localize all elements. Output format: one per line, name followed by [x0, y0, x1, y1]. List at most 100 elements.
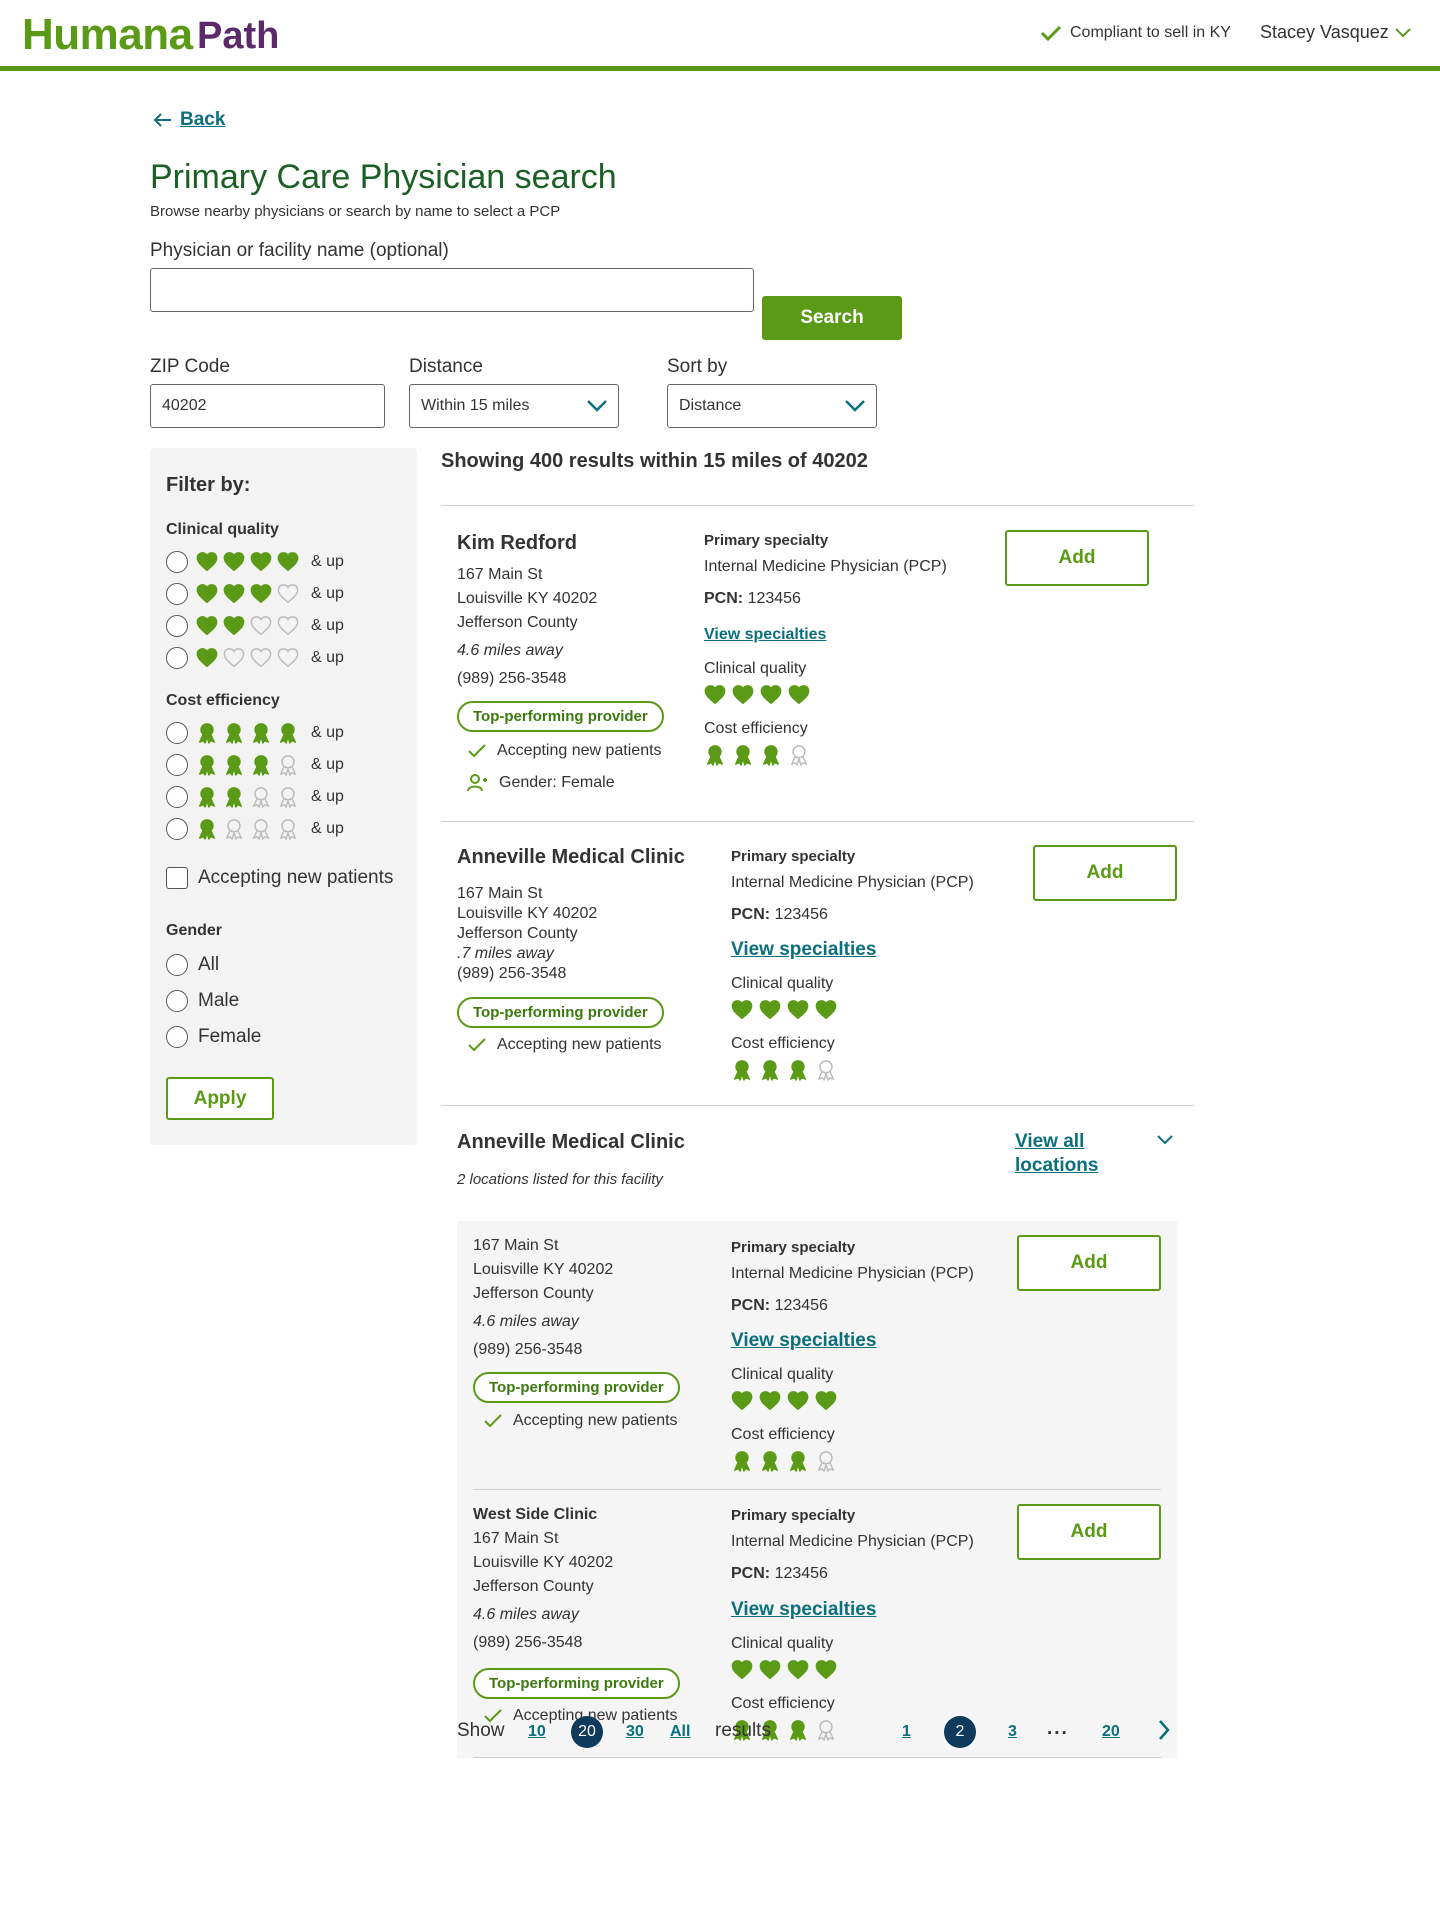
distance-select[interactable]: Within 15 miles [409, 384, 619, 428]
ribbon-rating [196, 722, 299, 744]
and-up-label: & up [311, 788, 344, 805]
and-up-label: & up [311, 617, 344, 634]
pcn-value: 123456 [747, 590, 801, 607]
filter-clinical-4[interactable]: & up [166, 550, 344, 574]
filter-title: Filter by: [166, 474, 251, 496]
view-specialties-link[interactable]: View specialties [704, 626, 826, 644]
ribbon-award-icon [223, 786, 245, 808]
and-up-label: & up [311, 756, 344, 773]
per-page-10[interactable]: 10 [528, 1723, 546, 1741]
facility-name[interactable]: Anneville Medical Clinic [457, 1131, 685, 1154]
heart-icon [223, 551, 245, 573]
add-location-button[interactable]: Add [1017, 1504, 1161, 1560]
check-icon [467, 743, 487, 759]
search-button[interactable]: Search [762, 296, 902, 340]
primary-specialty: Internal Medicine Physician (PCP) [731, 1265, 974, 1282]
top-performing-badge: Top-performing provider [457, 997, 664, 1028]
view-all-locations-link[interactable]: View all locations [1015, 1130, 1098, 1178]
ribbon-award-icon [277, 754, 299, 776]
heart-icon [277, 615, 299, 637]
ribbon-award-icon [731, 1450, 753, 1472]
per-page-20-selected[interactable]: 20 [571, 1716, 603, 1748]
phone-number: (989) 256-3548 [473, 1341, 583, 1358]
heart-icon [759, 999, 781, 1021]
filter-clinical-1[interactable]: & up [166, 646, 344, 670]
radio-button[interactable] [166, 1026, 188, 1048]
cost-efficiency-rating [704, 744, 810, 766]
accepting-new-patients: Accepting new patients [467, 742, 662, 760]
ribbon-award-icon [731, 1059, 753, 1081]
check-icon [483, 1413, 503, 1429]
page-1[interactable]: 1 [902, 1723, 911, 1741]
heart-icon [250, 615, 272, 637]
filter-accepting-new-patients[interactable]: Accepting new patients [166, 867, 393, 889]
filter-clinical-3[interactable]: & up [166, 582, 344, 606]
ribbon-award-icon [250, 722, 272, 744]
and-up-label: & up [311, 724, 344, 741]
gender-option-male[interactable]: Male [166, 990, 239, 1012]
primary-specialty-label: Primary specialty [704, 532, 829, 549]
radio-button[interactable] [166, 990, 188, 1012]
provider-name[interactable]: Kim Redford [457, 532, 577, 555]
sort-select[interactable]: Distance [667, 384, 877, 428]
page-20[interactable]: 20 [1102, 1723, 1120, 1741]
pcn-number: PCN: 123456 [731, 906, 828, 924]
primary-specialty: Internal Medicine Physician (PCP) [704, 558, 947, 575]
filter-clinical-2[interactable]: & up [166, 614, 344, 638]
phone-number: (989) 256-3548 [457, 670, 567, 687]
show-label: Show [457, 1720, 505, 1741]
zip-input[interactable]: 40202 [150, 384, 385, 428]
brand-logo-humana[interactable]: Humana [22, 10, 193, 60]
heart-icon [250, 583, 272, 605]
radio-button[interactable] [166, 583, 188, 605]
checkbox[interactable] [166, 867, 188, 889]
apply-filters-button[interactable]: Apply [166, 1077, 274, 1120]
view-specialties-link[interactable]: View specialties [731, 939, 876, 961]
view-specialties-link[interactable]: View specialties [731, 1599, 876, 1621]
gender-option-female[interactable]: Female [166, 1026, 261, 1048]
view-all-text: View all [1015, 1131, 1085, 1152]
divider [441, 505, 1194, 506]
pcn-value: 123456 [774, 906, 828, 923]
gender-option-all[interactable]: All [166, 954, 219, 976]
per-page-all[interactable]: All [670, 1723, 690, 1741]
add-provider-button[interactable]: Add [1033, 845, 1177, 901]
arrow-left-icon [154, 113, 172, 127]
name-search-input[interactable] [150, 268, 754, 312]
back-link[interactable]: Back [154, 109, 225, 131]
page-2-current[interactable]: 2 [944, 1716, 976, 1748]
radio-button[interactable] [166, 786, 188, 808]
view-specialties-link[interactable]: View specialties [731, 1330, 876, 1352]
ribbon-award-icon [759, 1450, 781, 1472]
clinical-quality-rating [731, 1390, 837, 1412]
radio-button[interactable] [166, 754, 188, 776]
page-3[interactable]: 3 [1008, 1723, 1017, 1741]
add-provider-button[interactable]: Add [1005, 530, 1149, 586]
chevron-right-icon[interactable] [1158, 1720, 1170, 1740]
divider [441, 821, 1194, 822]
heart-icon [815, 1659, 837, 1681]
radio-button[interactable] [166, 954, 188, 976]
back-label: Back [180, 109, 226, 130]
filter-cost-4[interactable]: & up [166, 721, 344, 745]
address-county: Jefferson County [457, 925, 578, 942]
filter-cost-1[interactable]: & up [166, 817, 344, 841]
provider-name[interactable]: Anneville Medical Clinic [457, 846, 685, 869]
user-menu[interactable]: Stacey Vasquez [1260, 22, 1411, 43]
filter-cost-2[interactable]: & up [166, 785, 344, 809]
per-page-30[interactable]: 30 [626, 1723, 644, 1741]
radio-button[interactable] [166, 818, 188, 840]
radio-button[interactable] [166, 551, 188, 573]
heart-icon [787, 999, 809, 1021]
radio-button[interactable] [166, 615, 188, 637]
heart-icon [223, 615, 245, 637]
pcn-value: 123456 [774, 1297, 828, 1314]
radio-button[interactable] [166, 647, 188, 669]
chevron-down-icon[interactable] [1157, 1135, 1173, 1145]
radio-button[interactable] [166, 722, 188, 744]
and-up-label: & up [311, 820, 344, 837]
filter-cost-3[interactable]: & up [166, 753, 344, 777]
ribbon-rating [196, 786, 299, 808]
add-location-button[interactable]: Add [1017, 1235, 1161, 1291]
check-icon [467, 1037, 487, 1053]
